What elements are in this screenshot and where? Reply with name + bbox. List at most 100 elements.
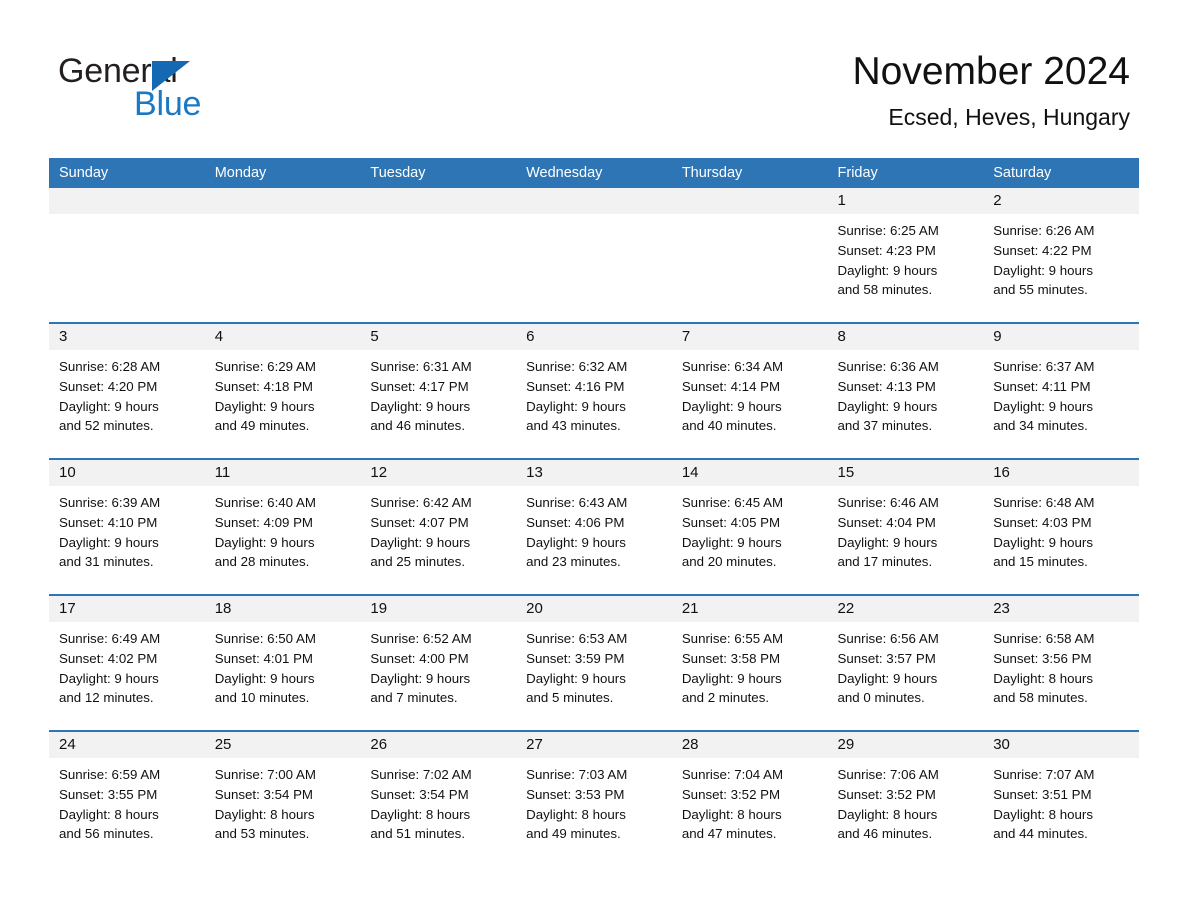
daylight-text-line2: and 49 minutes. (526, 826, 621, 842)
day-number: 3 (49, 324, 205, 350)
calendar-day-cell[interactable]: 8 Sunrise: 6:36 AM Sunset: 4:13 PM Daylight… (827, 322, 984, 459)
general-blue-logo: General Blue (58, 52, 298, 123)
daylight-text-line2: and 5 minutes. (526, 690, 614, 706)
sunset-text: Sunset: 4:02 PM (59, 650, 158, 666)
calendar-day-cell[interactable]: 18 Sunrise: 6:50 AM Sunset: 4:01 PM Dayligh… (204, 594, 361, 731)
sunrise-text: Sunrise: 6:37 AM (993, 359, 1095, 374)
calendar-day-cell[interactable]: 24 Sunrise: 6:59 AM Sunset: 3:55 PM Dayligh… (49, 730, 205, 866)
day-cell-inner (671, 188, 828, 322)
daylight-text-line1: Daylight: 9 hours (681, 670, 782, 686)
calendar-day-cell[interactable]: 19 Sunrise: 6:52 AM Sunset: 4:00 PM Dayligh… (360, 594, 517, 731)
calendar-week-row: 3 Sunrise: 6:28 AM Sunset: 4:20 PM Daylight… (49, 322, 1139, 459)
daylight-text-line2: and 58 minutes. (837, 282, 933, 298)
day-details: Sunrise: 6:36 AM Sunset: 4:13 PM Daylight:… (828, 350, 984, 436)
calendar-day-cell-empty (204, 188, 361, 323)
calendar-day-cell[interactable]: 5 Sunrise: 6:31 AM Sunset: 4:17 PM Daylight… (360, 322, 517, 459)
calendar-day-cell[interactable]: 7 Sunrise: 6:34 AM Sunset: 4:14 PM Daylight… (671, 322, 828, 459)
sunrise-text: Sunrise: 6:58 AM (993, 631, 1095, 646)
day-number: 19 (360, 596, 517, 622)
day-cell-inner: 12 Sunrise: 6:42 AM Sunset: 4:07 PM Dayligh… (360, 460, 517, 594)
sunrise-text: Sunrise: 6:36 AM (837, 359, 939, 374)
daylight-text-line2: and 28 minutes. (214, 554, 310, 570)
day-cell-inner: 13 Sunrise: 6:43 AM Sunset: 4:06 PM Dayligh… (516, 460, 672, 594)
sunrise-text: Sunrise: 6:59 AM (59, 767, 161, 782)
day-number: 13 (516, 460, 672, 486)
calendar-day-cell[interactable]: 14 Sunrise: 6:45 AM Sunset: 4:05 PM Dayligh… (671, 458, 828, 595)
calendar-day-cell[interactable]: 12 Sunrise: 6:42 AM Sunset: 4:07 PM Dayligh… (360, 458, 517, 595)
calendar-week-row: 24 Sunrise: 6:59 AM Sunset: 3:55 PM Dayligh… (49, 730, 1139, 866)
day-details: Sunrise: 6:43 AM Sunset: 4:06 PM Daylight:… (516, 486, 672, 572)
calendar-day-cell[interactable]: 20 Sunrise: 6:53 AM Sunset: 3:59 PM Dayligh… (516, 594, 672, 731)
calendar-day-cell[interactable]: 2 Sunrise: 6:26 AM Sunset: 4:22 PM Daylight… (983, 188, 1139, 323)
daylight-text-line1: Daylight: 8 hours (681, 806, 782, 822)
day-details: Sunrise: 6:49 AM Sunset: 4:02 PM Daylight:… (49, 622, 205, 708)
daylight-text-line1: Daylight: 8 hours (837, 806, 938, 822)
daylight-text-line1: Daylight: 9 hours (370, 534, 471, 550)
calendar-day-cell[interactable]: 28 Sunrise: 7:04 AM Sunset: 3:52 PM Dayligh… (671, 730, 828, 866)
sunrise-text: Sunrise: 6:28 AM (59, 359, 161, 374)
calendar-day-cell[interactable]: 23 Sunrise: 6:58 AM Sunset: 3:56 PM Dayligh… (983, 594, 1139, 731)
daylight-text-line1: Daylight: 9 hours (59, 670, 159, 686)
day-details: Sunrise: 6:59 AM Sunset: 3:55 PM Daylight:… (49, 758, 205, 844)
sunrise-text: Sunrise: 6:46 AM (837, 495, 939, 510)
sunset-text: Sunset: 4:13 PM (837, 378, 936, 394)
calendar-day-cell[interactable]: 15 Sunrise: 6:46 AM Sunset: 4:04 PM Dayligh… (827, 458, 984, 595)
calendar-day-cell[interactable]: 10 Sunrise: 6:39 AM Sunset: 4:10 PM Dayligh… (49, 458, 205, 595)
day-number: 17 (49, 596, 205, 622)
sunset-text: Sunset: 4:22 PM (993, 242, 1092, 258)
calendar-day-cell[interactable]: 17 Sunrise: 6:49 AM Sunset: 4:02 PM Dayligh… (49, 594, 205, 731)
page-subtitle: Ecsed, Heves, Hungary (888, 103, 1130, 130)
daylight-text-line1: Daylight: 8 hours (370, 806, 471, 822)
sunrise-text: Sunrise: 6:25 AM (837, 223, 939, 238)
daylight-text-line2: and 47 minutes. (681, 826, 777, 842)
calendar-day-cell[interactable]: 27 Sunrise: 7:03 AM Sunset: 3:53 PM Dayligh… (516, 730, 672, 866)
daylight-text-line1: Daylight: 9 hours (214, 670, 315, 686)
calendar-day-cell[interactable]: 25 Sunrise: 7:00 AM Sunset: 3:54 PM Dayligh… (204, 730, 361, 866)
calendar-day-cell[interactable]: 4 Sunrise: 6:29 AM Sunset: 4:18 PM Daylight… (204, 322, 361, 459)
sunset-text: Sunset: 3:55 PM (59, 786, 158, 802)
calendar-day-cell[interactable]: 6 Sunrise: 6:32 AM Sunset: 4:16 PM Daylight… (516, 322, 672, 459)
calendar-day-cell[interactable]: 1 Sunrise: 6:25 AM Sunset: 4:23 PM Daylight… (827, 188, 984, 323)
sunrise-text: Sunrise: 6:52 AM (370, 631, 472, 646)
calendar-day-cell[interactable]: 26 Sunrise: 7:02 AM Sunset: 3:54 PM Dayligh… (360, 730, 517, 866)
day-number: 26 (360, 732, 517, 758)
calendar-day-cell[interactable]: 3 Sunrise: 6:28 AM Sunset: 4:20 PM Daylight… (49, 322, 205, 459)
sunset-text: Sunset: 4:03 PM (993, 514, 1092, 530)
sunset-text: Sunset: 4:04 PM (837, 514, 936, 530)
sunset-text: Sunset: 4:07 PM (370, 514, 469, 530)
day-number: 18 (204, 596, 361, 622)
sunrise-text: Sunrise: 7:00 AM (214, 767, 316, 782)
calendar-day-cell[interactable]: 30 Sunrise: 7:07 AM Sunset: 3:51 PM Dayligh… (983, 730, 1139, 866)
calendar-week-row: 17 Sunrise: 6:49 AM Sunset: 4:02 PM Dayligh… (49, 594, 1139, 731)
weekday-header-tuesday: Tuesday (360, 158, 517, 188)
calendar-day-cell[interactable]: 9 Sunrise: 6:37 AM Sunset: 4:11 PM Daylight… (983, 322, 1139, 459)
day-cell-inner: 9 Sunrise: 6:37 AM Sunset: 4:11 PM Daylight… (983, 324, 1139, 458)
day-cell-inner: 24 Sunrise: 6:59 AM Sunset: 3:55 PM Dayligh… (49, 732, 205, 866)
sunset-text: Sunset: 3:52 PM (837, 786, 936, 802)
calendar-day-cell[interactable]: 13 Sunrise: 6:43 AM Sunset: 4:06 PM Dayligh… (516, 458, 672, 595)
calendar-page: General Blue November 2024 Ecsed, Heves,… (0, 0, 1188, 918)
day-number: 8 (827, 324, 984, 350)
sunset-text: Sunset: 3:57 PM (837, 650, 936, 666)
page-title: November 2024 (852, 50, 1131, 93)
calendar-day-cell-empty (516, 188, 672, 323)
sunrise-text: Sunrise: 6:40 AM (214, 495, 316, 510)
calendar-day-cell[interactable]: 22 Sunrise: 6:56 AM Sunset: 3:57 PM Dayligh… (827, 594, 984, 731)
day-number: 30 (983, 732, 1139, 758)
day-number: 25 (204, 732, 361, 758)
day-cell-inner: 27 Sunrise: 7:03 AM Sunset: 3:53 PM Dayligh… (516, 732, 672, 866)
daylight-text-line1: Daylight: 8 hours (993, 806, 1093, 822)
daylight-text-line2: and 37 minutes. (837, 418, 933, 434)
calendar-day-cell[interactable]: 11 Sunrise: 6:40 AM Sunset: 4:09 PM Dayligh… (204, 458, 361, 595)
day-details: Sunrise: 6:52 AM Sunset: 4:00 PM Daylight:… (360, 622, 516, 708)
daylight-text-line1: Daylight: 8 hours (214, 806, 315, 822)
calendar-day-cell[interactable]: 21 Sunrise: 6:55 AM Sunset: 3:58 PM Dayligh… (671, 594, 828, 731)
sunrise-text: Sunrise: 6:48 AM (993, 495, 1095, 510)
day-details: Sunrise: 6:45 AM Sunset: 4:05 PM Daylight:… (672, 486, 828, 572)
sunrise-text: Sunrise: 6:56 AM (837, 631, 939, 646)
calendar-day-cell[interactable]: 16 Sunrise: 6:48 AM Sunset: 4:03 PM Dayligh… (983, 458, 1139, 595)
day-details: Sunrise: 6:34 AM Sunset: 4:14 PM Daylight:… (672, 350, 828, 436)
day-details: Sunrise: 6:39 AM Sunset: 4:10 PM Daylight:… (49, 486, 205, 572)
sunset-text: Sunset: 3:58 PM (681, 650, 781, 666)
calendar-day-cell[interactable]: 29 Sunrise: 7:06 AM Sunset: 3:52 PM Dayligh… (827, 730, 984, 866)
